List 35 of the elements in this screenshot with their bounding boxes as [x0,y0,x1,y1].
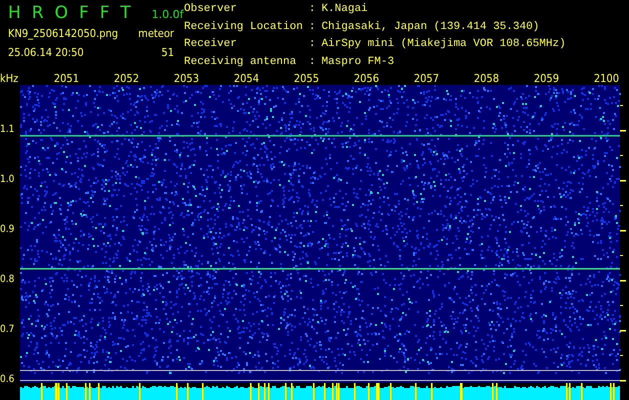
info-separator: : [308,38,316,52]
time-label: 2056 [352,72,380,85]
time-label: 2057 [412,72,440,85]
info-value: AirSpy mini (Miakejima VOR 108.65MHz) [321,38,566,52]
time-label: 2054 [232,72,260,85]
info-separator: : [308,20,316,34]
time-label: 2051 [52,72,80,85]
frequency-label: 0.6 [0,374,14,385]
version-label: 1.0.0f [152,8,184,21]
time-label: 2055 [292,72,320,85]
file-name: KN9_2506142050.png [8,27,118,40]
app-title: HROFFT [8,3,142,23]
frequency-label: 1.0 [0,174,14,185]
info-value: Chigasaki, Japan (139.414 35.340) [321,20,540,34]
info-separator: : [308,3,316,17]
count-value: 51 [160,46,174,59]
info-label: Receiving antenna [184,56,298,70]
info-value: Maspro FM-3 [321,56,396,70]
info-label: Receiving Location [184,20,303,34]
time-label: 2052 [112,72,140,85]
info-separator: : [308,56,316,70]
frequency-label: 0.9 [0,224,14,235]
time-label: 2058 [472,72,500,85]
unit-label: kHz [0,72,20,85]
frequency-label: 0.8 [0,274,14,285]
frequency-label: 0.7 [0,324,14,335]
info-label: Observer [184,3,238,15]
time-label: 2059 [532,72,560,85]
count-label: meteor [138,27,174,40]
date-time: 25.06.14 20:50 [8,46,85,59]
time-label: 2100 [592,72,620,85]
info-value: K.Nagai [321,3,369,17]
time-label: 2053 [172,72,200,85]
frequency-label: 1.1 [0,124,14,135]
info-label: Receiver [184,38,238,52]
